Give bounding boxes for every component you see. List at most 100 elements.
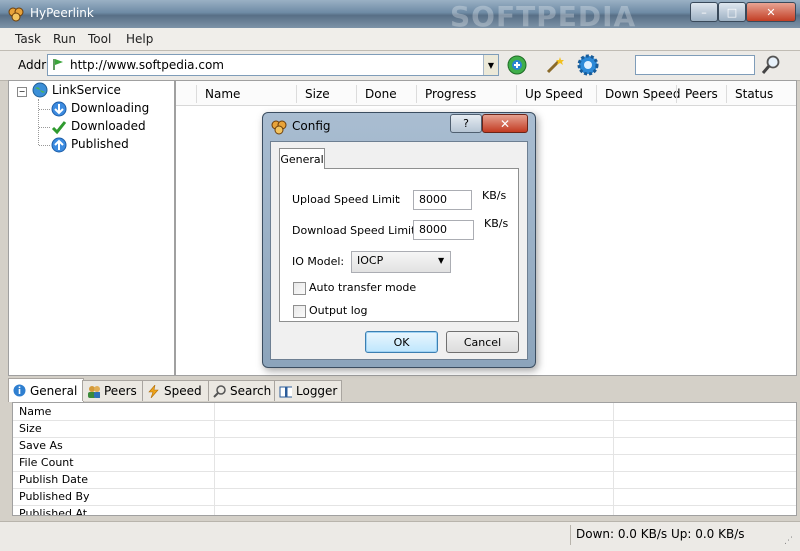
table-row[interactable]: File Count [13, 454, 796, 472]
table-row[interactable]: Size [13, 420, 796, 438]
chevron-down-icon: ▼ [438, 256, 445, 265]
magic-wand-icon[interactable] [544, 54, 566, 76]
cancel-button[interactable]: Cancel [446, 331, 519, 353]
download-limit-value: 8000 [419, 223, 447, 236]
window-title: HyPeerlink [30, 6, 94, 20]
menu-run[interactable]: Run [53, 32, 76, 46]
io-model-select[interactable]: IOCP ▼ [351, 251, 451, 273]
properties-table[interactable]: Name Size Save As File Count Publish Dat… [12, 402, 797, 516]
table-row[interactable]: Publish Date [13, 471, 796, 489]
upload-limit-input[interactable]: 8000 [413, 190, 472, 210]
go-icon[interactable] [506, 54, 528, 76]
magnifier-icon [213, 384, 226, 398]
transfer-speed-status: Down: 0.0 KB/s Up: 0.0 KB/s [576, 527, 745, 541]
list-header: Name Size Done Progress Up Speed Down Sp… [176, 81, 796, 106]
column-separator [296, 85, 297, 103]
upload-limit-unit: KB/s [482, 189, 507, 202]
column-separator [356, 85, 357, 103]
column-header-size[interactable]: Size [305, 87, 330, 101]
menu-tool[interactable]: Tool [88, 32, 111, 46]
column-separator [416, 85, 417, 103]
column-header-done[interactable]: Done [365, 87, 397, 101]
tab-speed[interactable]: Speed [142, 380, 210, 401]
settings-gear-icon[interactable] [577, 54, 599, 76]
table-row[interactable]: Name [13, 403, 796, 421]
dialog-body: General Upload Speed Limit : 8000 KB/s D… [270, 141, 528, 360]
tab-general-label: General [30, 383, 78, 398]
maximize-button[interactable]: □ [718, 2, 746, 22]
column-header-name[interactable]: Name [205, 87, 240, 101]
download-arrow-icon [51, 101, 67, 117]
peers-icon [88, 385, 100, 398]
menu-help[interactable]: Help [126, 32, 153, 46]
search-icon[interactable] [761, 54, 783, 76]
book-icon [279, 386, 292, 397]
ok-button[interactable]: OK [365, 331, 438, 353]
config-dialog[interactable]: Config ? ✕ General Upload Speed Limit : … [262, 112, 536, 368]
minimize-button[interactable]: – [690, 2, 718, 22]
address-input[interactable]: http://www.softpedia.com ▼ [47, 54, 499, 76]
menu-task[interactable]: Task [15, 32, 41, 46]
io-model-value: IOCP [357, 254, 384, 267]
tree-root-linkservice[interactable]: LinkService [52, 83, 121, 97]
dialog-tab-general[interactable]: General [279, 148, 325, 169]
tree-collapse-toggle[interactable]: − [17, 87, 27, 97]
property-label: Save As [19, 439, 63, 452]
title-bar[interactable]: HyPeerlink SOFTPEDIA – □ ✕ [0, 0, 800, 33]
dialog-close-button[interactable]: ✕ [482, 114, 528, 133]
column-header-up-speed[interactable]: Up Speed [525, 87, 583, 101]
download-limit-input[interactable]: 8000 [413, 220, 474, 240]
address-toolbar: Addr: http://www.softpedia.com ▼ [0, 51, 800, 81]
tab-peers[interactable]: Peers [82, 380, 144, 401]
tab-logger-label: Logger [296, 384, 338, 398]
address-dropdown-button[interactable]: ▼ [483, 55, 498, 75]
tab-logger[interactable]: Logger [274, 380, 342, 401]
table-row[interactable]: Published By [13, 488, 796, 506]
column-header-progress[interactable]: Progress [425, 87, 476, 101]
resize-grip-icon[interactable]: ⋰ [784, 536, 793, 546]
property-label: Name [19, 405, 52, 418]
globe-icon [32, 82, 48, 98]
table-row[interactable]: Published At [13, 505, 796, 516]
upload-arrow-icon [51, 137, 67, 153]
search-input[interactable] [635, 55, 755, 75]
close-button[interactable]: ✕ [746, 2, 796, 22]
property-label: File Count [19, 456, 74, 469]
tree-item-published[interactable]: Published [71, 137, 129, 151]
io-model-label: IO Model: [292, 255, 345, 268]
service-tree[interactable]: − LinkService Downloading Downloaded Pub… [8, 80, 175, 376]
table-row[interactable]: Save As [13, 437, 796, 455]
property-label: Size [19, 422, 42, 435]
tab-general[interactable]: General [8, 378, 84, 402]
config-logo-icon [271, 120, 287, 135]
upload-limit-value: 8000 [419, 193, 447, 206]
download-limit-label: Download Speed Limit : [292, 224, 423, 237]
column-separator [196, 85, 197, 103]
tab-search-label: Search [230, 384, 272, 398]
address-label: Addr: [18, 58, 50, 72]
property-label: Published By [19, 490, 90, 503]
column-separator [676, 85, 677, 103]
dialog-title: Config [292, 119, 331, 133]
tab-speed-label: Speed [164, 384, 202, 398]
auto-transfer-checkbox[interactable] [293, 282, 306, 295]
column-separator [516, 85, 517, 103]
help-button[interactable]: ? [450, 114, 482, 133]
column-header-down-speed[interactable]: Down Speed [605, 87, 680, 101]
status-bar: Down: 0.0 KB/s Up: 0.0 KB/s ⋰ [0, 521, 800, 551]
download-limit-unit: KB/s [484, 217, 509, 230]
column-header-peers[interactable]: Peers [685, 87, 718, 101]
property-label: Published At [19, 507, 88, 516]
tab-peers-label: Peers [104, 384, 137, 398]
upload-limit-label: Upload Speed Limit [292, 193, 400, 206]
column-header-status[interactable]: Status [735, 87, 773, 101]
address-value: http://www.softpedia.com [70, 58, 224, 72]
tree-item-downloading[interactable]: Downloading [71, 101, 149, 115]
tree-connector [39, 145, 50, 146]
lightning-icon [148, 384, 159, 398]
auto-transfer-label: Auto transfer mode [309, 281, 417, 294]
tree-item-downloaded[interactable]: Downloaded [71, 119, 146, 133]
tab-search[interactable]: Search [208, 380, 276, 401]
tree-connector [39, 109, 50, 110]
output-log-checkbox[interactable] [293, 305, 306, 318]
